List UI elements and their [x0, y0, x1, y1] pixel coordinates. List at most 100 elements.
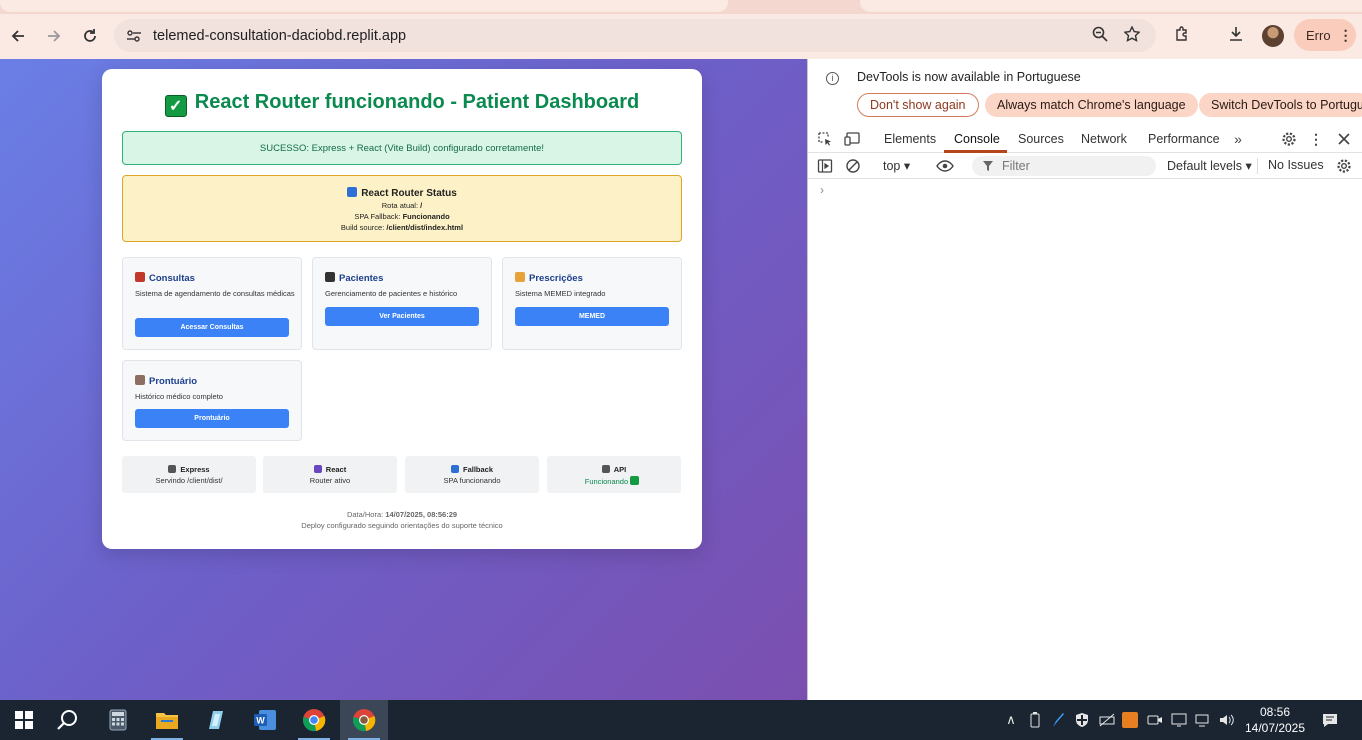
sidebar-toggle-icon[interactable] [815, 156, 835, 176]
feature-desc: Histórico médico completo [135, 392, 223, 401]
dont-show-again-button[interactable]: Don't show again [857, 93, 979, 117]
extensions-icon[interactable] [1171, 23, 1193, 45]
feature-card-consultas: Consultas Sistema de agendamento de cons… [122, 257, 302, 350]
menu-kebab-icon[interactable]: ⋮ [1339, 27, 1353, 44]
console-prompt-chevron-icon[interactable]: › [820, 183, 824, 197]
refresh-icon [347, 187, 358, 197]
browser-tab[interactable] [860, 0, 1362, 12]
feature-title: Prontuário [149, 376, 198, 387]
context-selector[interactable]: top ▾ [883, 158, 910, 173]
taskbar-clock[interactable]: 08:56 14/07/2025 [1241, 704, 1309, 736]
zoom-icon[interactable] [1089, 23, 1111, 45]
stat-express: Express Servindo /client/dist/ [122, 456, 256, 493]
svg-text:W: W [256, 716, 265, 726]
tab-sources[interactable]: Sources [1018, 132, 1064, 146]
log-levels-dropdown[interactable]: Default levels ▾ [1167, 158, 1252, 173]
network-off-icon[interactable] [1098, 710, 1116, 730]
chrome-profile-icon[interactable] [340, 700, 388, 740]
console-settings-gear-icon[interactable] [1334, 156, 1354, 176]
word-icon[interactable]: W [241, 700, 289, 740]
access-consultas-button[interactable]: Acessar Consultas [135, 318, 289, 337]
notes-app-icon[interactable] [192, 700, 240, 740]
back-button[interactable] [5, 23, 31, 49]
route-value: / [420, 201, 423, 210]
calculator-icon[interactable] [94, 700, 142, 740]
console-filter-input[interactable]: Filter [972, 156, 1156, 176]
page-title: ✓ React Router funcionando - Patient Dash… [102, 91, 702, 117]
more-tabs-icon[interactable]: » [1228, 129, 1248, 149]
tab-elements[interactable]: Elements [884, 132, 936, 146]
page-viewport: ✓ React Router funcionando - Patient Dash… [0, 59, 807, 700]
forward-arrow-icon [48, 30, 61, 42]
check-mark-icon [630, 476, 640, 485]
volume-icon[interactable] [1218, 710, 1236, 730]
stat-title: Fallback [462, 465, 493, 474]
windows-taskbar: W ∧ 08:56 14/07/2025 [0, 700, 1362, 740]
browser-tab[interactable] [0, 0, 728, 12]
pen-app-icon[interactable] [1049, 710, 1067, 730]
bookmark-star-icon[interactable] [1121, 23, 1143, 45]
clear-console-icon[interactable] [843, 156, 863, 176]
error-chip[interactable]: Erro ⋮ [1294, 19, 1356, 51]
feature-card-prontuario: Prontuário Histórico médico completo Pro… [122, 360, 302, 441]
tray-chevron-up-icon[interactable]: ∧ [1002, 710, 1020, 730]
stat-title: API [613, 465, 627, 474]
feature-desc: Sistema MEMED integrado [515, 289, 606, 298]
display-icon[interactable] [1170, 710, 1188, 730]
file-explorer-icon[interactable] [143, 700, 191, 740]
devtools-tab-bar: Elements Console Sources Network Perform… [808, 125, 1362, 153]
atom-icon [313, 465, 322, 473]
switch-language-button[interactable]: Switch DevTools to Portugue [1199, 93, 1362, 117]
deploy-note: Deploy configurado seguindo orientações … [301, 521, 503, 530]
success-banner: SUCESSO: Express + React (Vite Build) co… [122, 131, 682, 165]
prontuario-button[interactable]: Prontuário [135, 409, 289, 428]
dashboard-card: ✓ React Router funcionando - Patient Dash… [102, 69, 702, 549]
chrome-icon[interactable] [290, 700, 338, 740]
address-bar[interactable]: telemed-consultation-daciobd.replit.app [114, 19, 1156, 52]
router-status-title: React Router Status [361, 188, 457, 199]
search-icon[interactable] [44, 700, 92, 740]
windows-start-icon[interactable] [0, 700, 48, 740]
stat-sub: Router ativo [309, 476, 351, 485]
datetime-label: Data/Hora: [346, 510, 384, 519]
site-settings-icon[interactable] [124, 26, 144, 46]
settings-gear-icon[interactable] [1279, 129, 1299, 149]
forward-button[interactable] [41, 23, 67, 49]
filter-icon [983, 161, 993, 171]
memed-button[interactable]: MEMED [515, 307, 669, 326]
tab-performance[interactable]: Performance [1148, 132, 1220, 146]
route-label: Rota atual: [381, 201, 419, 210]
stat-sub: SPA funcionando [443, 476, 501, 485]
feature-card-prescricoes: Prescrições Sistema MEMED integrado MEME… [502, 257, 682, 350]
tab-network[interactable]: Network [1081, 132, 1127, 146]
notifications-icon[interactable] [1320, 710, 1340, 730]
wifi-network-icon[interactable] [1194, 710, 1212, 730]
close-icon[interactable] [1334, 129, 1354, 149]
clock-time: 08:56 [1259, 705, 1291, 719]
security-shield-icon[interactable] [1073, 710, 1091, 730]
devtools-menu-icon[interactable]: ⋮ [1306, 129, 1326, 149]
build-value: /client/dist/index.html [386, 223, 464, 232]
issues-counter[interactable]: No Issues [1268, 158, 1324, 172]
success-message: SUCESSO: Express + React (Vite Build) co… [259, 142, 545, 154]
view-patients-button[interactable]: Ver Pacientes [325, 307, 479, 326]
device-toolbar-icon[interactable] [843, 129, 863, 149]
live-expression-eye-icon[interactable] [935, 156, 955, 176]
match-language-button[interactable]: Always match Chrome's language [985, 93, 1198, 117]
camera-icon[interactable] [1146, 710, 1164, 730]
download-icon[interactable] [1225, 23, 1247, 45]
feature-card-pacientes: Pacientes Gerenciamento de pacientes e h… [312, 257, 492, 350]
app-tray-icon[interactable] [1122, 712, 1138, 728]
datetime-value: 14/07/2025, 08:56:29 [385, 510, 458, 519]
people-icon [325, 272, 335, 282]
check-mark-icon: ✓ [164, 95, 187, 117]
reload-button[interactable] [77, 23, 103, 49]
tab-console[interactable]: Console [954, 132, 1000, 146]
info-icon: i [826, 72, 839, 85]
build-label: Build source: [340, 223, 385, 232]
battery-icon[interactable] [1026, 710, 1044, 730]
context-value: top [883, 159, 901, 173]
feature-desc: Sistema de agendamento de consultas médi… [135, 289, 295, 298]
inspect-element-icon[interactable] [815, 129, 835, 149]
profile-avatar[interactable] [1262, 25, 1284, 47]
